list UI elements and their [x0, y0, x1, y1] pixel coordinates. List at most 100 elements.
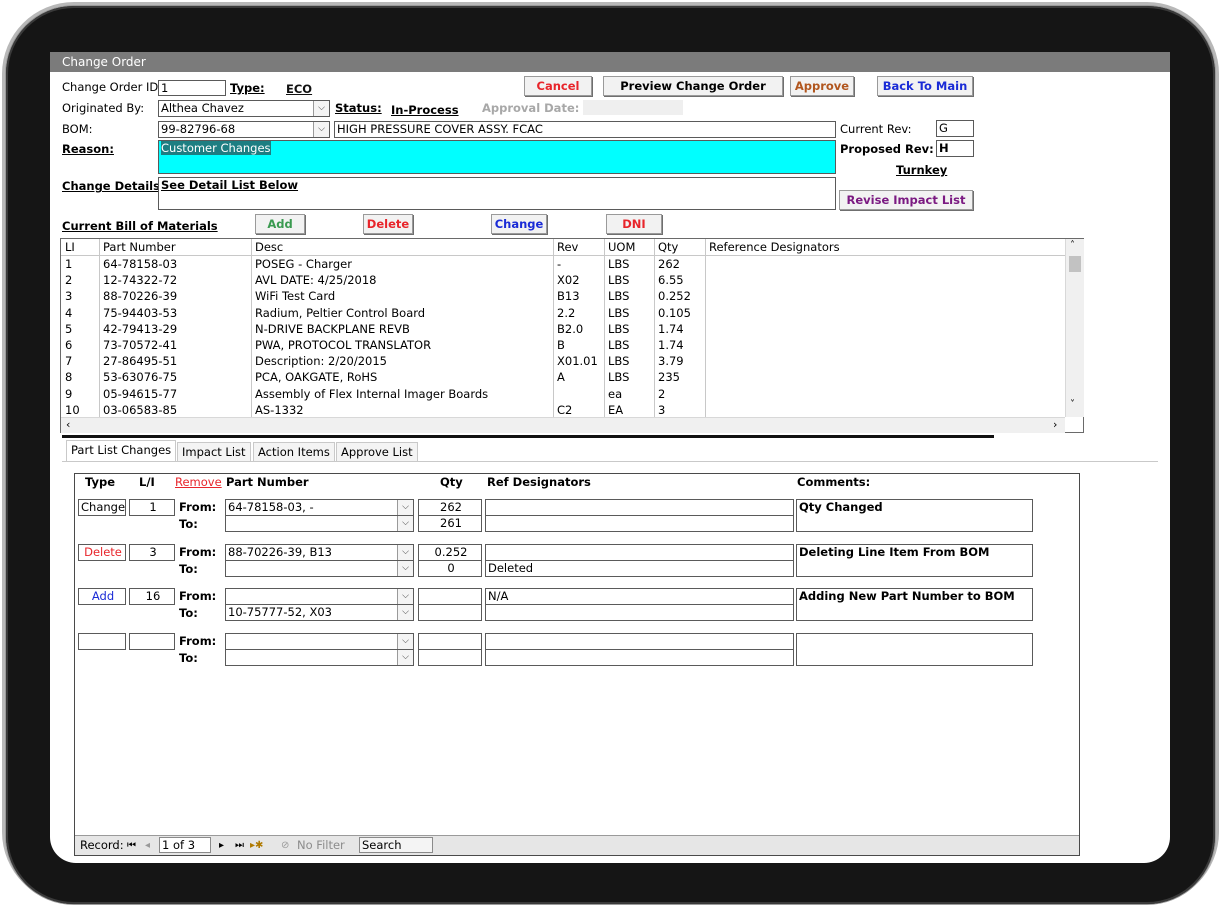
chevron-down-icon[interactable]: ⌵	[397, 649, 413, 665]
cell-li[interactable]: 5	[65, 321, 72, 337]
table-row[interactable]: 5 42-79413-29 N-DRIVE BACKPLANE REVB B2.0 LB…	[61, 321, 1065, 337]
to-part-number-select[interactable]: ⌵	[225, 648, 414, 666]
to-qty-field[interactable]	[418, 648, 482, 666]
line-item-field[interactable]: 16	[129, 588, 175, 605]
table-row[interactable]: 10 03-06583-85 AS-1332 C2 EA 3	[61, 402, 1065, 418]
cell-part-number[interactable]: 75-94403-53	[103, 305, 177, 321]
scrollbar-thumb[interactable]	[1069, 256, 1081, 272]
cell-part-number[interactable]: 53-63076-75	[103, 369, 177, 385]
from-part-number-select[interactable]: 88-70226-39, B13 ⌵	[225, 543, 414, 561]
cell-rev[interactable]: X01.01	[557, 353, 598, 369]
cell-qty[interactable]: 6.55	[658, 272, 684, 288]
cell-li[interactable]: 4	[65, 305, 72, 321]
cell-desc[interactable]: WiFi Test Card	[255, 288, 335, 304]
to-part-number-select[interactable]: ⌵	[225, 515, 414, 532]
to-ref-designators-field[interactable]: Deleted	[485, 559, 794, 577]
add-button[interactable]: Add	[255, 214, 305, 234]
proposed-rev-field[interactable]: H	[936, 140, 974, 157]
cell-desc[interactable]: AVL DATE: 4/25/2018	[255, 272, 376, 288]
cell-qty[interactable]: 1.74	[658, 321, 684, 337]
column-header-rev[interactable]: Rev	[557, 239, 578, 255]
cell-uom[interactable]: LBS	[608, 288, 629, 304]
change-details-field[interactable]: See Detail List Below	[158, 177, 836, 210]
cell-uom[interactable]: LBS	[608, 353, 629, 369]
cell-desc[interactable]: PWA, PROTOCOL TRANSLATOR	[255, 337, 431, 353]
from-part-number-select[interactable]: ⌵	[225, 588, 414, 605]
search-field[interactable]: Search	[359, 837, 433, 853]
cell-desc[interactable]: PCA, OAKGATE, RoHS	[255, 369, 377, 385]
next-record-icon[interactable]: ▸	[219, 836, 224, 855]
cell-part-number[interactable]: 64-78158-03	[103, 256, 177, 272]
tab-approve-list[interactable]: Approve List	[336, 442, 418, 461]
cell-desc[interactable]: N-DRIVE BACKPLANE REVB	[255, 321, 410, 337]
cell-rev[interactable]: B13	[557, 288, 580, 304]
comment-field[interactable]	[796, 632, 1033, 666]
line-item-field[interactable]: 1	[129, 499, 175, 516]
column-header-qty[interactable]: Qty	[658, 239, 678, 255]
scroll-down-icon[interactable]: ˅	[1070, 399, 1075, 410]
table-row[interactable]: 4 75-94403-53 Radium, Peltier Control Boar…	[61, 305, 1065, 321]
cell-uom[interactable]: LBS	[608, 321, 629, 337]
cell-li[interactable]: 7	[65, 353, 72, 369]
cell-qty[interactable]: 0.252	[658, 288, 691, 304]
cell-uom[interactable]: EA	[608, 402, 623, 418]
cell-li[interactable]: 3	[65, 288, 72, 304]
column-header-uom[interactable]: UOM	[608, 239, 635, 255]
delete-button[interactable]: Delete	[363, 214, 413, 234]
cell-li[interactable]: 9	[65, 386, 72, 402]
change-type-field[interactable]: Add	[78, 588, 126, 605]
cell-li[interactable]: 1	[65, 256, 72, 272]
cell-li[interactable]: 10	[65, 402, 80, 418]
cancel-button[interactable]: Cancel	[524, 76, 592, 96]
column-header-ref-designators[interactable]: Reference Designators	[709, 239, 840, 255]
chevron-down-icon[interactable]: ⌵	[397, 516, 413, 531]
record-position-field[interactable]: 1 of 3	[159, 837, 211, 853]
cell-part-number[interactable]: 73-70572-41	[103, 337, 177, 353]
from-ref-designators-field[interactable]: N/A	[485, 588, 794, 605]
cell-desc[interactable]: Description: 2/20/2015	[255, 353, 387, 369]
preview-change-order-button[interactable]: Preview Change Order	[603, 76, 783, 96]
change-type-field[interactable]: Change	[78, 499, 126, 516]
to-qty-field[interactable]: 261	[418, 515, 482, 532]
from-part-number-select[interactable]: 64-78158-03, - ⌵	[225, 499, 414, 516]
back-to-main-button[interactable]: Back To Main	[877, 76, 973, 96]
to-qty-field[interactable]: 0	[418, 559, 482, 577]
comment-field[interactable]: Qty Changed	[796, 499, 1033, 532]
vertical-scrollbar[interactable]: ˄ ˅	[1065, 239, 1084, 417]
cell-part-number[interactable]: 27-86495-51	[103, 353, 177, 369]
cell-part-number[interactable]: 05-94615-77	[103, 386, 177, 402]
chevron-down-icon[interactable]: ⌵	[313, 101, 329, 116]
table-row[interactable]: 8 53-63076-75 PCA, OAKGATE, RoHS A LBS 235	[61, 369, 1065, 385]
cell-rev[interactable]: X02	[557, 272, 580, 288]
cell-part-number[interactable]: 12-74322-72	[103, 272, 177, 288]
cell-qty[interactable]: 262	[658, 256, 680, 272]
column-header-desc[interactable]: Desc	[255, 239, 283, 255]
change-button[interactable]: Change	[491, 214, 547, 234]
cell-uom[interactable]: LBS	[608, 256, 629, 272]
cell-li[interactable]: 8	[65, 369, 72, 385]
horizontal-scrollbar[interactable]: ‹ ›	[61, 417, 1065, 433]
cell-uom[interactable]: LBS	[608, 337, 629, 353]
to-ref-designators-field[interactable]	[485, 648, 794, 666]
to-ref-designators-field[interactable]	[485, 515, 794, 532]
to-part-number-select[interactable]: ⌵	[225, 559, 414, 577]
cell-qty[interactable]: 3.79	[658, 353, 684, 369]
chevron-down-icon[interactable]: ⌵	[397, 605, 413, 620]
no-filter-button[interactable]: No Filter	[297, 836, 345, 855]
change-type-field[interactable]	[78, 632, 126, 650]
comment-field[interactable]: Deleting Line Item From BOM	[796, 543, 1033, 577]
chevron-down-icon[interactable]: ⌵	[397, 633, 413, 649]
from-qty-field[interactable]: 262	[418, 499, 482, 516]
tab-part-list-changes[interactable]: Part List Changes	[66, 440, 177, 461]
cell-uom[interactable]: LBS	[608, 305, 629, 321]
table-row[interactable]: 3 88-70226-39 WiFi Test Card B13 LBS 0.252	[61, 288, 1065, 304]
revise-impact-list-button[interactable]: Revise Impact List	[839, 190, 973, 210]
turnkey-link[interactable]: Turnkey	[896, 163, 947, 177]
cell-uom[interactable]: LBS	[608, 272, 629, 288]
cell-li[interactable]: 6	[65, 337, 72, 353]
column-header-li[interactable]: LI	[65, 239, 75, 255]
from-ref-designators-field[interactable]	[485, 632, 794, 650]
table-row[interactable]: 6 73-70572-41 PWA, PROTOCOL TRANSLATOR B LBS…	[61, 337, 1065, 353]
change-order-id-field[interactable]: 1	[158, 80, 226, 96]
from-qty-field[interactable]: 0.252	[418, 543, 482, 561]
